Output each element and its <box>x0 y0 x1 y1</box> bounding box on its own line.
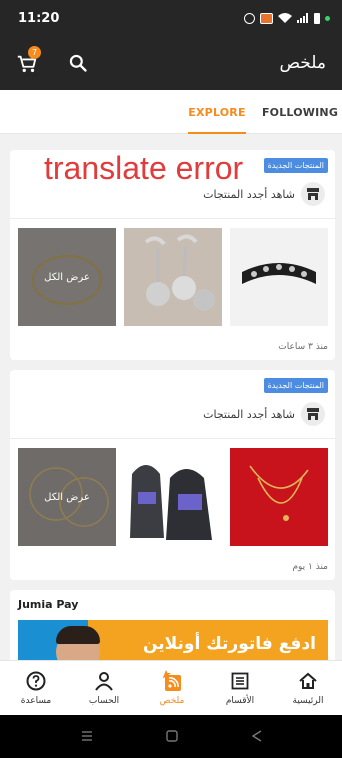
divider <box>10 218 335 219</box>
nav-account[interactable]: الحساب <box>70 661 138 716</box>
notification-app-icon <box>260 12 273 24</box>
back-icon[interactable] <box>250 729 264 743</box>
post-timestamp: منذ ١ يوم <box>292 562 328 572</box>
cart-count-badge: 7 <box>28 46 41 59</box>
nav-label: الرئيسية <box>292 696 324 706</box>
header-actions: 7 <box>16 46 88 76</box>
alarm-icon <box>244 12 255 24</box>
status-time: 11:20 <box>18 10 60 26</box>
feed-card-header[interactable]: شاهد أجدد المنتجات <box>203 182 325 206</box>
nav-label: الحساب <box>88 696 120 706</box>
nav-label: ملخص <box>159 696 185 706</box>
nav-feed[interactable]: ملخص <box>138 661 206 716</box>
status-bar: 11:20 <box>0 0 342 36</box>
bottom-nav: الرئيسية الأقسام ملخص الحساب مساعدة <box>0 660 342 715</box>
product-thumbnail[interactable]: عرض الكل <box>18 228 116 326</box>
view-all-overlay[interactable]: عرض الكل <box>18 448 116 546</box>
view-all-overlay[interactable]: عرض الكل <box>18 228 116 326</box>
feed-icon <box>160 669 184 693</box>
new-products-badge: المنتجات الجديدة <box>263 378 328 393</box>
tab-explore[interactable]: EXPLORE <box>186 90 248 134</box>
product-thumbnail[interactable] <box>230 448 328 546</box>
wifi-icon <box>278 13 292 23</box>
cart-button[interactable]: 7 <box>16 46 42 76</box>
search-icon[interactable] <box>68 53 88 73</box>
page-title: ملخص <box>279 53 326 73</box>
store-icon <box>301 182 325 206</box>
overlay-text: translate error <box>44 150 244 186</box>
feed-tabs: EXPLORE FOLLOWING <box>0 90 342 134</box>
post-timestamp: منذ ٣ ساعات <box>278 342 328 352</box>
app-header: 7 ملخص <box>0 36 342 90</box>
feed-card-header[interactable]: شاهد أجدد المنتجات <box>203 402 325 426</box>
store-icon <box>301 402 325 426</box>
battery-icon <box>314 12 320 24</box>
new-products-badge: المنتجات الجديدة <box>263 158 328 173</box>
banner-text: ادفع فاتورتك أونلاين <box>142 634 316 654</box>
recent-apps-icon[interactable] <box>80 729 94 743</box>
status-dot-icon <box>325 15 330 21</box>
system-nav-bar <box>0 715 342 758</box>
status-icons <box>244 12 330 24</box>
banner-person-hair <box>56 626 100 644</box>
help-icon <box>24 669 48 693</box>
signal-icon <box>297 13 308 23</box>
nav-categories[interactable]: الأقسام <box>206 661 274 716</box>
product-thumbnail[interactable] <box>230 228 328 326</box>
home-icon <box>296 669 320 693</box>
account-icon <box>92 669 116 693</box>
jumia-pay-card[interactable]: Jumia Pay ادفع فاتورتك أونلاين <box>10 590 335 670</box>
feed-card-title: شاهد أجدد المنتجات <box>203 407 295 421</box>
feed-card[interactable]: المنتجات الجديدة شاهد أجدد المنتجات عرض … <box>10 370 335 580</box>
nav-label: مساعدة <box>20 696 52 706</box>
tab-following[interactable]: FOLLOWING <box>262 90 338 134</box>
nav-label: الأقسام <box>225 696 255 706</box>
nav-help[interactable]: مساعدة <box>2 661 70 716</box>
feed-card[interactable]: translate error المنتجات الجديدة شاهد أج… <box>10 150 335 360</box>
divider <box>10 438 335 439</box>
feed-card-title: شاهد أجدد المنتجات <box>203 187 295 201</box>
categories-icon <box>228 669 252 693</box>
product-thumbnails: عرض الكل <box>18 448 328 546</box>
jumia-pay-title: Jumia Pay <box>18 598 79 611</box>
product-thumbnail[interactable]: عرض الكل <box>18 448 116 546</box>
nav-home[interactable]: الرئيسية <box>274 661 342 716</box>
product-thumbnail[interactable] <box>124 448 222 546</box>
product-thumbnail[interactable] <box>124 228 222 326</box>
home-button-icon[interactable] <box>165 729 179 743</box>
product-thumbnails: عرض الكل <box>18 228 328 326</box>
